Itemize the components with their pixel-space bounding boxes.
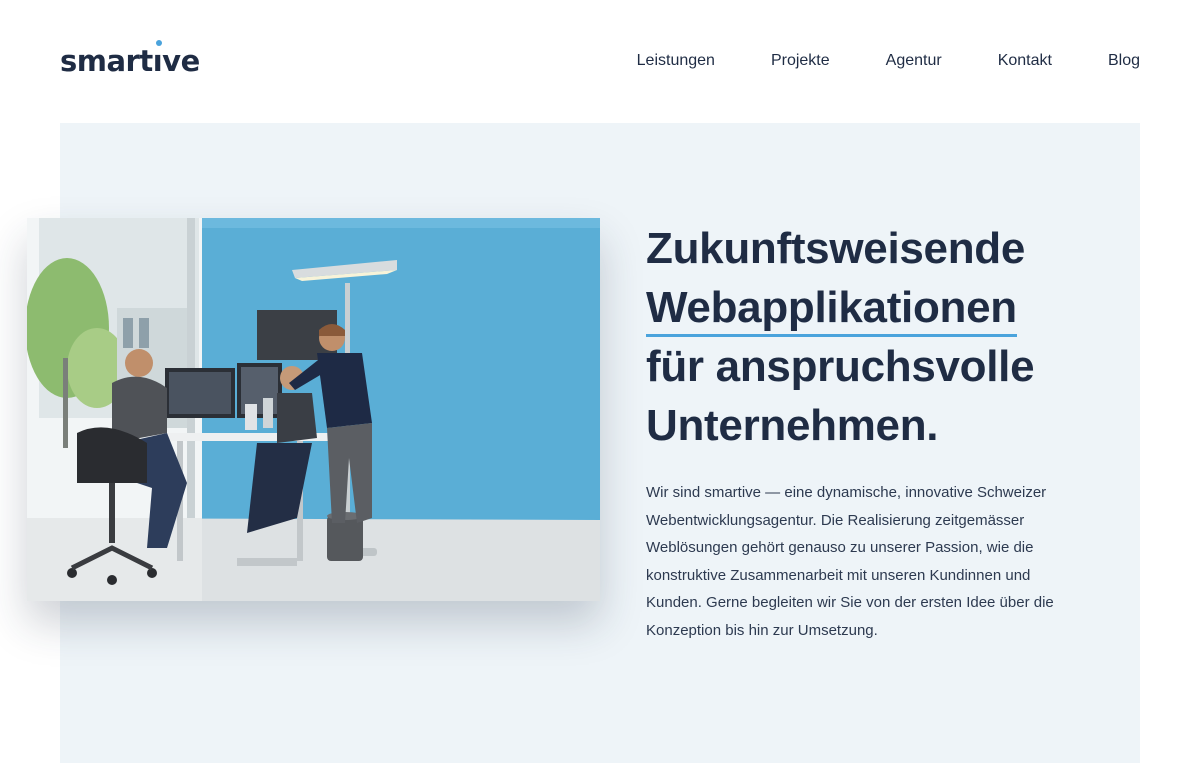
logo-text-post: ve <box>162 44 200 78</box>
logo-text-pre: smart <box>60 44 153 78</box>
nav-item-leistungen[interactable]: Leistungen <box>637 50 715 72</box>
office-photo <box>27 218 600 601</box>
hero-heading-line-1: Zukunftsweisende <box>646 224 1026 273</box>
nav-item-agentur[interactable]: Agentur <box>886 50 942 72</box>
hero-heading: Zukunftsweisende Webapplikationen für an… <box>646 219 1166 455</box>
nav-item-blog[interactable]: Blog <box>1108 50 1140 72</box>
logo-text-tick: ı <box>153 40 163 78</box>
office-photo-illustration <box>27 218 600 601</box>
hero-heading-line-4: Unternehmen. <box>646 401 939 450</box>
logo-dot-icon <box>155 40 162 46</box>
main-nav: Leistungen Projekte Agentur Kontakt Blog <box>637 50 1140 72</box>
smartive-logo[interactable]: smartı ve <box>60 40 200 78</box>
nav-item-kontakt[interactable]: Kontakt <box>998 50 1052 72</box>
nav-item-projekte[interactable]: Projekte <box>771 50 830 72</box>
hero-description: Wir sind smartive — eine dynamische, inn… <box>646 484 1054 639</box>
hero-heading-line-2-highlight: Webapplikationen <box>646 281 1017 337</box>
hero-heading-line-3: für anspruchsvolle <box>646 342 1035 391</box>
